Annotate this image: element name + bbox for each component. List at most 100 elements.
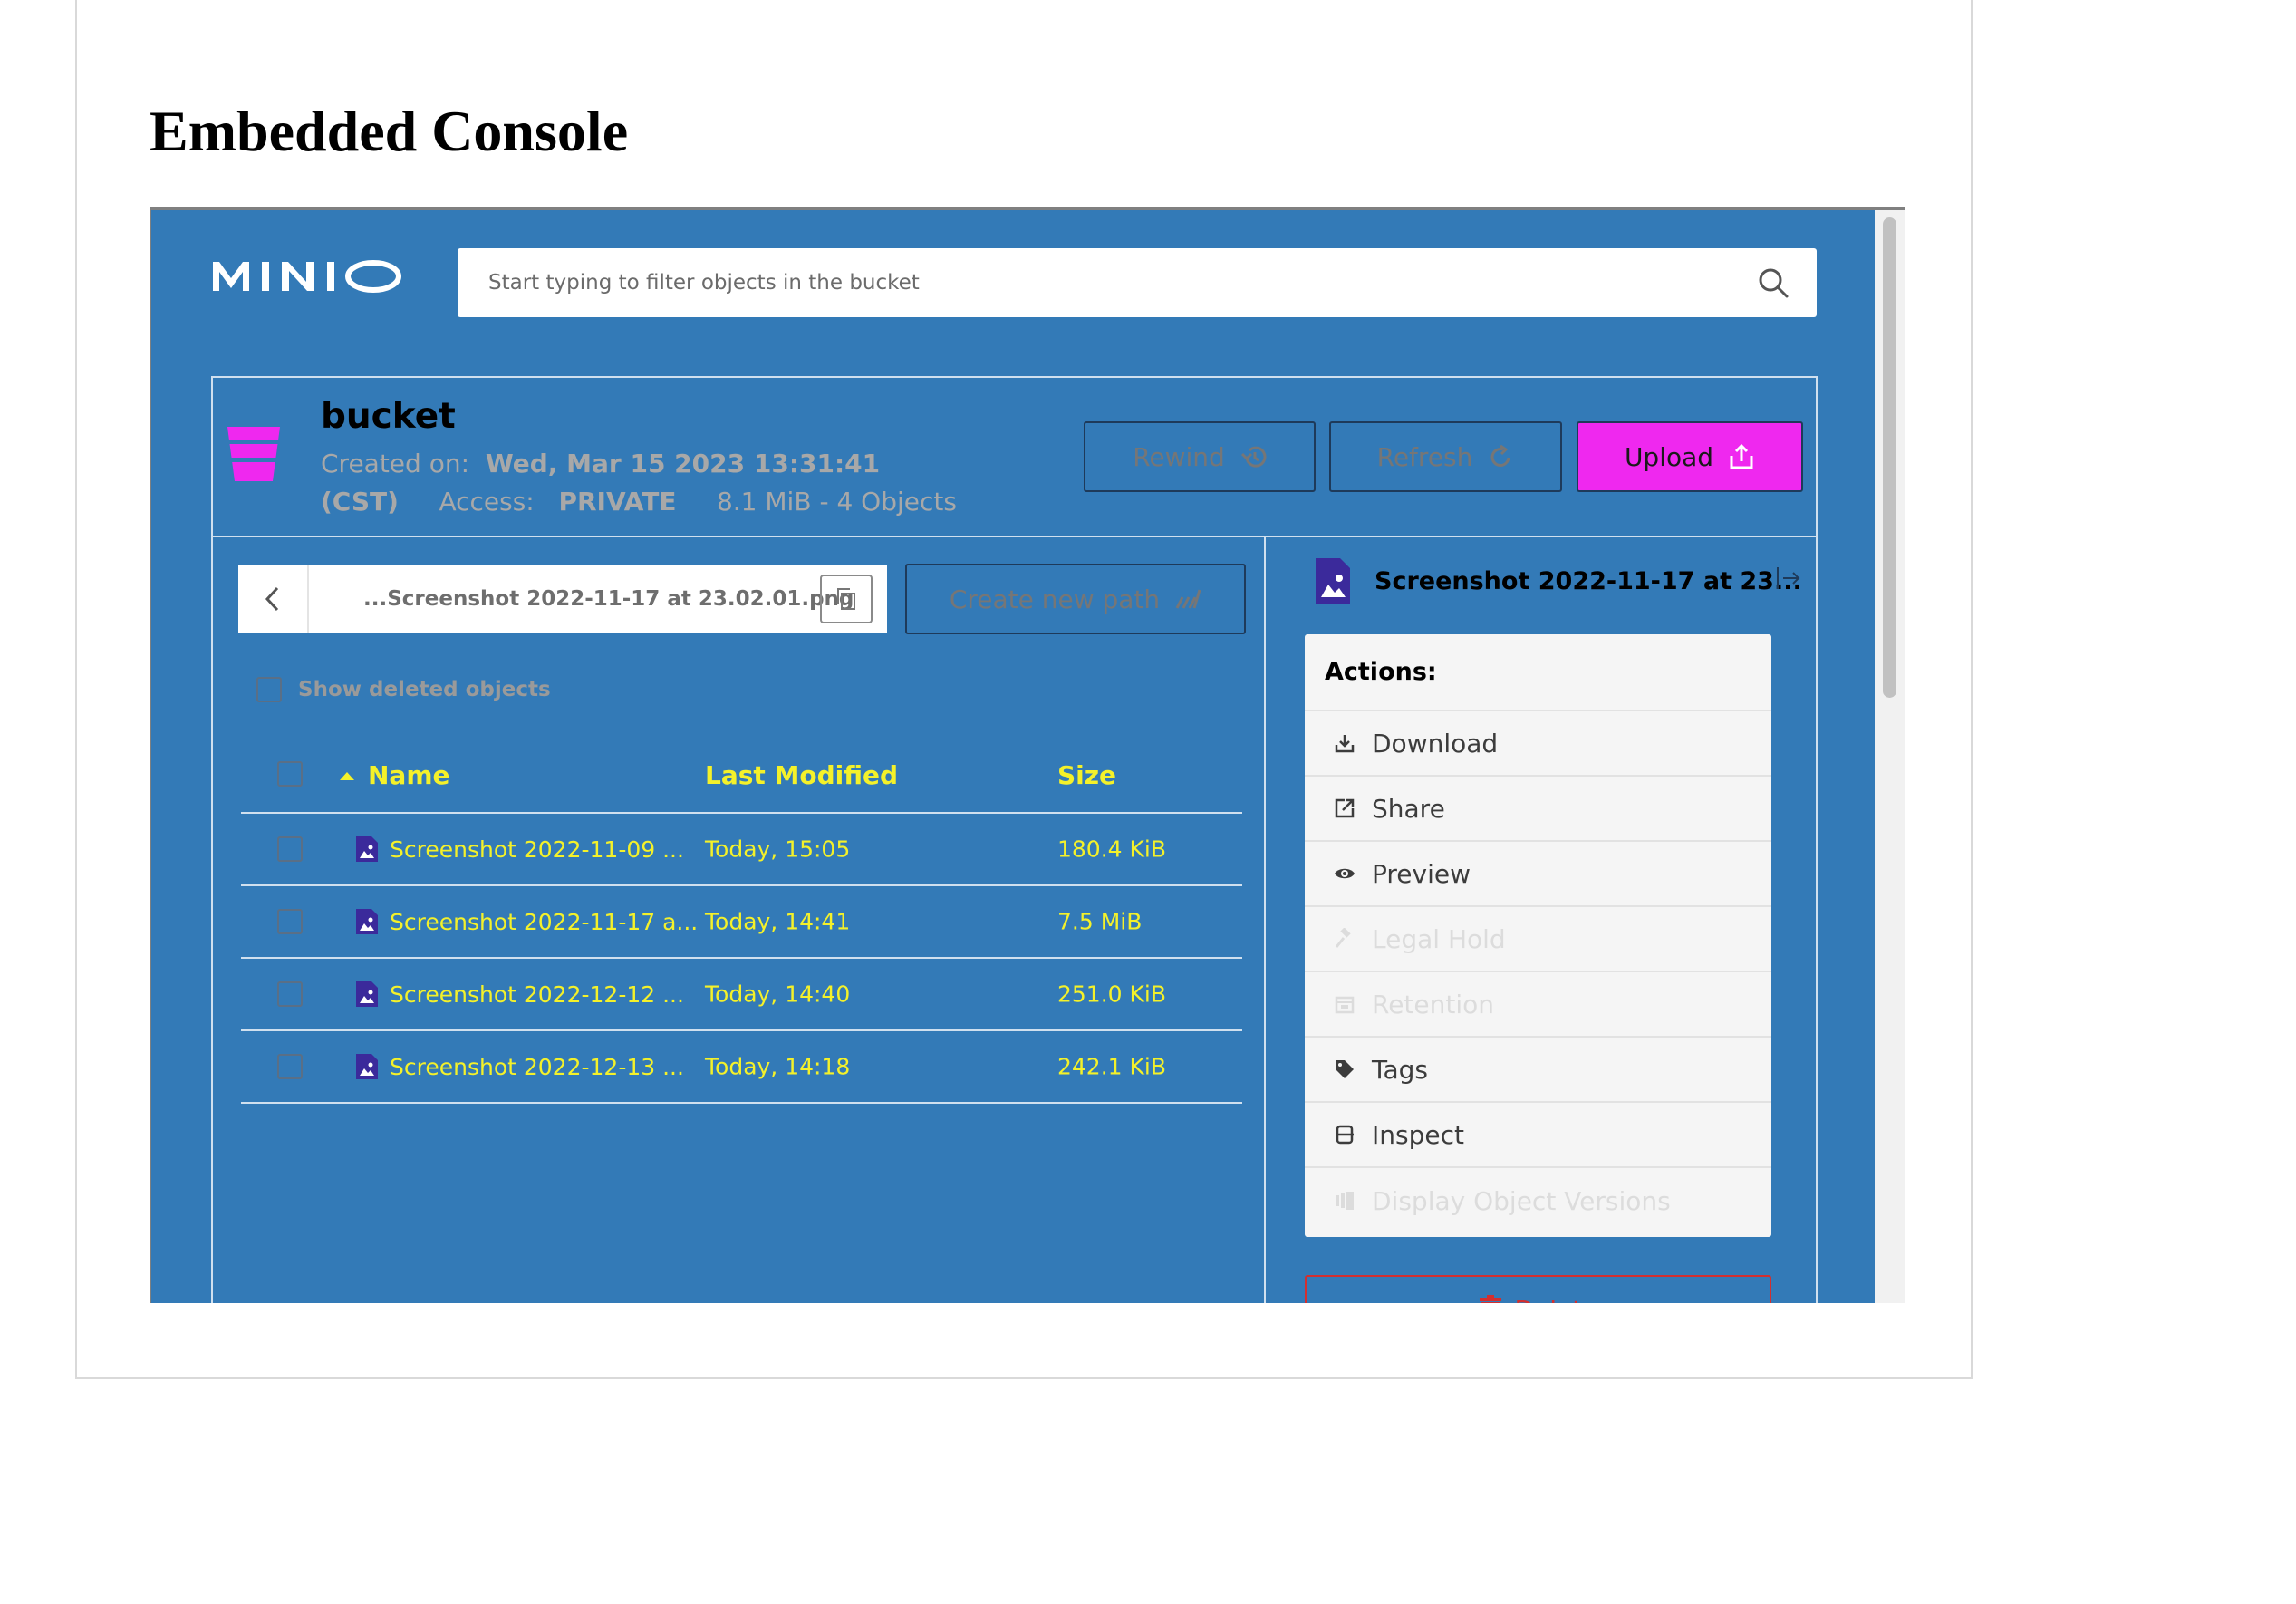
action-inspect-label: Inspect [1372, 1119, 1464, 1150]
object-name-text: Screenshot 2022-11-17 a... [390, 908, 699, 935]
refresh-label: Refresh [1376, 441, 1473, 472]
access-value: PRIVATE [558, 487, 677, 517]
copy-path-button[interactable] [820, 575, 873, 623]
action-download[interactable]: Download [1305, 711, 1771, 777]
refresh-icon [1490, 444, 1510, 467]
objects-table: Name Last Modified Size Screenshot 2022-… [241, 735, 1242, 1104]
share-icon [1335, 798, 1355, 818]
panel-divider [1264, 537, 1266, 1303]
image-file-icon [356, 981, 378, 1007]
row-checkbox[interactable] [277, 1054, 303, 1079]
table-header: Name Last Modified Size [241, 735, 1242, 814]
action-display-versions[interactable]: Display Object Versions [1305, 1168, 1771, 1233]
back-button[interactable] [238, 565, 309, 633]
table-row[interactable]: Screenshot 2022-12-12 ... Today, 14:40 2… [241, 959, 1242, 1031]
download-icon [1335, 735, 1355, 753]
new-path-icon [1175, 589, 1201, 609]
object-size: 7.5 MiB [1057, 908, 1143, 935]
table-row[interactable]: Screenshot 2022-12-13 ... Today, 14:18 2… [241, 1031, 1242, 1104]
bucket-icon [227, 427, 280, 481]
scrollbar[interactable] [1875, 210, 1905, 1303]
inspect-icon [1336, 1125, 1354, 1145]
column-header-size[interactable]: Size [1057, 760, 1116, 790]
show-deleted-label: Show deleted objects [298, 678, 551, 701]
column-name-label: Name [368, 760, 450, 790]
row-checkbox[interactable] [277, 909, 303, 934]
action-preview-label: Preview [1372, 858, 1471, 889]
search-box [458, 248, 1817, 317]
image-file-icon [356, 909, 378, 934]
action-display-versions-label: Display Object Versions [1372, 1185, 1671, 1216]
gavel-icon [1335, 928, 1351, 948]
image-file-icon [1316, 558, 1350, 604]
object-name[interactable]: Screenshot 2022-11-17 a... [355, 908, 698, 935]
object-name[interactable]: Screenshot 2022-12-12 ... [355, 981, 684, 1008]
object-size: 242.1 KiB [1057, 1053, 1167, 1080]
search-icon[interactable] [1757, 266, 1790, 299]
created-label: Created on: [321, 449, 470, 478]
object-name[interactable]: Screenshot 2022-11-09 ... [355, 836, 684, 863]
close-panel-icon[interactable] [1775, 565, 1802, 592]
search-input[interactable] [458, 248, 1726, 317]
action-retention-label: Retention [1372, 989, 1495, 1019]
create-new-path-button[interactable]: Create new path [905, 564, 1246, 634]
action-tags[interactable]: Tags [1305, 1038, 1771, 1103]
object-size: 251.0 KiB [1057, 981, 1167, 1008]
copy-icon [837, 588, 855, 610]
action-tags-label: Tags [1372, 1054, 1428, 1085]
action-share-label: Share [1372, 793, 1445, 824]
show-deleted-checkbox[interactable] [256, 677, 282, 702]
timezone: (CST) [321, 487, 399, 517]
object-name-text: Screenshot 2022-11-09 ... [390, 836, 684, 863]
action-legal-hold[interactable]: Legal Hold [1305, 907, 1771, 972]
bucket-panel: bucket Created on: Wed, Mar 15 2023 13:3… [211, 376, 1818, 1303]
page-heading: Embedded Console [150, 99, 629, 163]
rewind-button[interactable]: Rewind [1084, 421, 1316, 492]
eye-icon [1335, 868, 1355, 879]
object-name-text: Screenshot 2022-12-12 ... [390, 981, 684, 1008]
bucket-created: Created on: Wed, Mar 15 2023 13:31:41 [321, 449, 880, 478]
bucket-usage: 8.1 MiB - 4 Objects [716, 487, 957, 517]
row-checkbox[interactable] [277, 981, 303, 1007]
table-row[interactable]: Screenshot 2022-11-09 ... Today, 15:05 1… [241, 814, 1242, 886]
object-size: 180.4 KiB [1057, 836, 1167, 863]
upload-button[interactable]: Upload [1577, 421, 1803, 492]
scrollbar-thumb[interactable] [1883, 217, 1896, 698]
actions-title: Actions: [1305, 634, 1771, 711]
show-deleted-toggle[interactable]: Show deleted objects [256, 677, 551, 702]
action-preview[interactable]: Preview [1305, 842, 1771, 907]
table-row[interactable]: Screenshot 2022-11-17 a... Today, 14:41 … [241, 886, 1242, 959]
action-share[interactable]: Share [1305, 777, 1771, 842]
embedded-console: bucket Created on: Wed, Mar 15 2023 13:3… [150, 207, 1905, 1303]
delete-button[interactable]: Delete [1305, 1275, 1771, 1303]
create-new-path-label: Create new path [949, 584, 1161, 614]
versions-icon [1336, 1192, 1354, 1210]
tag-icon [1336, 1060, 1354, 1078]
object-name-text: Screenshot 2022-12-13 ... [390, 1053, 684, 1080]
created-value: Wed, Mar 15 2023 13:31:41 [485, 449, 881, 478]
current-path: ...Screenshot 2022-11-17 at 23.02.01.png [363, 587, 854, 611]
history-icon [1240, 446, 1267, 468]
bucket-name: bucket [321, 396, 456, 437]
column-header-last-modified[interactable]: Last Modified [705, 760, 898, 790]
select-all-checkbox[interactable] [277, 760, 303, 787]
object-modified: Today, 14:41 [705, 908, 851, 935]
image-file-icon [356, 836, 378, 862]
action-inspect[interactable]: Inspect [1305, 1103, 1771, 1168]
action-download-label: Download [1372, 728, 1499, 759]
action-retention[interactable]: Retention [1305, 972, 1771, 1038]
object-modified: Today, 14:18 [705, 1053, 851, 1080]
image-file-icon [356, 1054, 378, 1079]
column-header-name[interactable]: Name [339, 760, 450, 790]
object-name[interactable]: Screenshot 2022-12-13 ... [355, 1053, 684, 1080]
path-bar: ...Screenshot 2022-11-17 at 23.02.01.png [238, 565, 887, 633]
row-checkbox[interactable] [277, 836, 303, 862]
object-detail-title: Screenshot 2022-11-17 at 23... [1375, 566, 1802, 595]
trash-icon [1479, 1295, 1501, 1303]
sort-ascending-icon [340, 771, 354, 780]
refresh-button[interactable]: Refresh [1329, 421, 1562, 492]
object-modified: Today, 15:05 [705, 836, 851, 863]
object-modified: Today, 14:40 [705, 981, 851, 1008]
chevron-left-icon [265, 586, 279, 612]
actions-card: Actions: Download Share Preview Legal Ho… [1305, 634, 1771, 1237]
